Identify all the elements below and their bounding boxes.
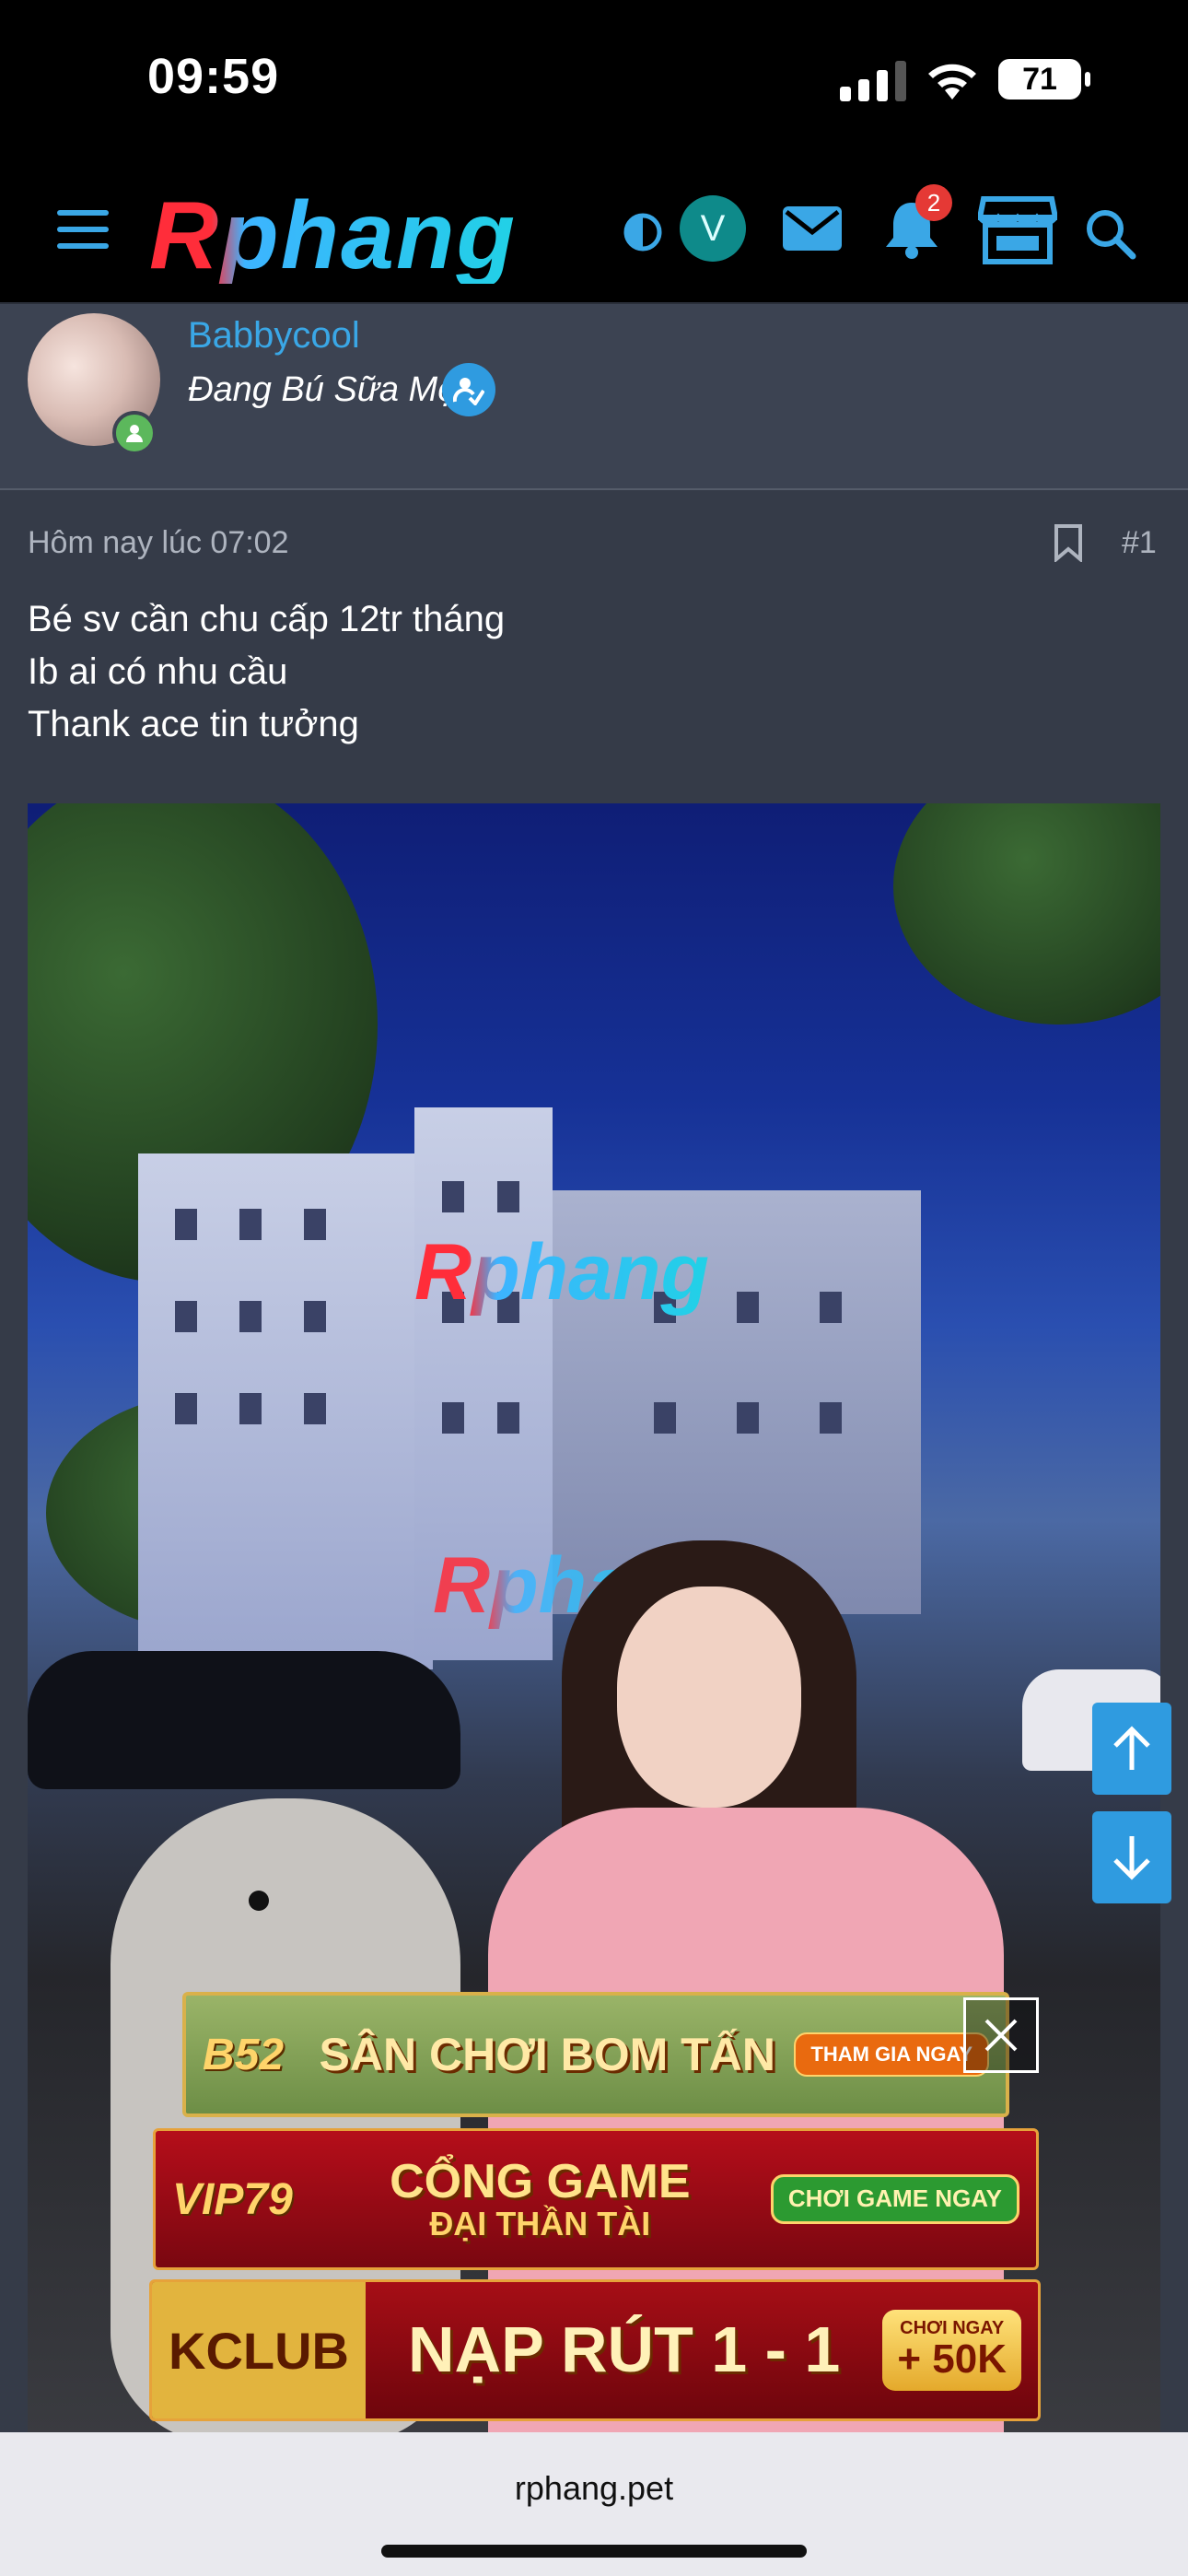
ad-cta-button[interactable]: THAM GIA NGAY [794, 2032, 989, 2077]
verified-user-icon [442, 363, 495, 416]
home-indicator[interactable] [381, 2545, 807, 2558]
ad-cta-small: CHƠI NGAY [900, 2318, 1005, 2339]
store-icon[interactable] [978, 195, 1057, 265]
battery-indicator: 71 [998, 59, 1090, 100]
close-icon [984, 2019, 1018, 2052]
person-face [617, 1587, 801, 1808]
ad-headline: CỔNG GAME ĐẠI THẦN TÀI [309, 2157, 771, 2242]
scroll-to-top-button[interactable] [1092, 1703, 1171, 1795]
ad-cta-button[interactable]: CHƠI NGAY + 50K [882, 2310, 1021, 2391]
ad-headline-sub: ĐẠI THẦN TÀI [429, 2205, 651, 2243]
arrow-down-icon [1113, 1836, 1150, 1880]
scroll-to-bottom-button[interactable] [1092, 1811, 1171, 1903]
ad-cta-amount: + 50K [897, 2336, 1007, 2383]
site-logo[interactable]: Rphang [149, 188, 517, 284]
cellular-signal-icon [840, 61, 906, 101]
clock: 09:59 [147, 49, 280, 104]
author-name[interactable]: Babbycool [188, 315, 360, 357]
ad-banner-vip79[interactable]: VIP79 CỔNG GAME ĐẠI THẦN TÀI CHƠI GAME N… [153, 2128, 1039, 2270]
close-ad-button[interactable] [963, 1997, 1039, 2073]
ad-headline: SÂN CHƠI BOM TẤN [319, 2028, 775, 2080]
post-body: Bé sv cần chu cấp 12tr tháng Ib ai có nh… [28, 593, 505, 751]
post-line: Ib ai có nhu cầu [28, 651, 288, 692]
wifi-icon [928, 64, 976, 100]
plush-bunny-eye [249, 1891, 269, 1911]
parked-car [28, 1651, 460, 1789]
ad-cta-button[interactable]: CHƠI GAME NGAY [770, 2174, 1019, 2224]
menu-icon[interactable] [57, 210, 109, 249]
notification-badge: 2 [915, 184, 952, 221]
person-icon [126, 425, 143, 442]
ad-brand: KCLUB [152, 2282, 366, 2418]
ad-headline: NẠP RÚT 1 - 1 [407, 2313, 841, 2386]
mail-icon[interactable] [783, 206, 842, 251]
user-avatar-button[interactable]: V [680, 195, 746, 262]
top-navigation: Rphang V 2 [0, 166, 1188, 304]
building-left [138, 1153, 433, 1669]
author-title: Đang Bú Sữa Mẹ [188, 370, 458, 409]
post-line: Bé sv cần chu cấp 12tr tháng [28, 599, 506, 639]
ad-banner-b52[interactable]: B52 SÂN CHƠI BOM TẤN THAM GIA NGAY [182, 1992, 1009, 2117]
url-text[interactable]: rphang.pet [0, 2469, 1188, 2508]
search-icon[interactable] [1083, 206, 1136, 260]
arrow-up-icon [1113, 1726, 1150, 1770]
bookmark-icon[interactable] [1054, 523, 1083, 562]
ad-banner-kclub[interactable]: KCLUB NẠP RÚT 1 - 1 CHƠI NGAY + 50K [149, 2279, 1041, 2421]
post-line: Thank ace tin tưởng [28, 704, 359, 744]
ad-brand: VIP79 [172, 2174, 293, 2224]
ad-headline-main: CỔNG GAME [390, 2154, 691, 2208]
status-bar: 09:59 71 [0, 0, 1188, 166]
browser-address-bar[interactable]: rphang.pet [0, 2432, 1188, 2576]
palm-top [893, 803, 1160, 1025]
post-author-row: Babbycool Đang Bú Sữa Mẹ [0, 304, 1188, 490]
online-status-icon [112, 411, 157, 455]
theme-toggle-icon[interactable] [623, 212, 663, 252]
watermark: Rphang [414, 1228, 710, 1317]
post-timestamp[interactable]: Hôm nay lúc 07:02 [28, 525, 289, 561]
post-number[interactable]: #1 [1122, 525, 1157, 561]
ad-brand: B52 [203, 2030, 285, 2079]
